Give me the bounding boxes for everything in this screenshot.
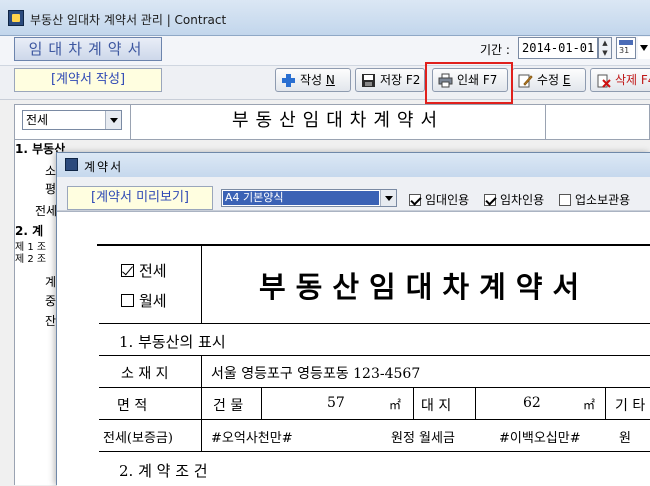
doc-building-label: 건 물 [213, 398, 244, 414]
checkbox-lessee[interactable]: 임차인용 [484, 191, 544, 208]
dialog-title-bar: 계약서 [57, 153, 650, 177]
checkbox-icon[interactable] [409, 194, 421, 206]
calendar-icon[interactable]: 31 [616, 37, 636, 59]
doc-other-label: 기 타 [615, 398, 646, 414]
doc-area-unit2: ㎡ [583, 398, 596, 412]
doc-deposit-note: 원정 월세금 [391, 431, 455, 446]
doc-title-row: 전세 월세 부동산임대차계약서 [99, 246, 650, 324]
doc-section2-row: 2. 계 약 조 건 [99, 452, 650, 484]
doc-deposit-value: #오억사천만# [211, 431, 293, 446]
contract-document: 전세 월세 부동산임대차계약서 1. 부동산의 표시 소 재 지 서울 영등포구… [97, 244, 650, 480]
form-template-select[interactable]: A4 기본양식 [221, 189, 397, 207]
doc-monthly-value: #이백오십만# [499, 431, 581, 446]
checkbox-icon[interactable] [484, 194, 496, 206]
edit-button[interactable]: 수정 E [512, 68, 586, 92]
doc-area-label: 면 적 [117, 398, 148, 414]
app-icon [8, 10, 24, 26]
delete-icon [597, 74, 611, 88]
plus-icon [282, 74, 295, 87]
doc-land-label: 대 지 [421, 398, 452, 414]
print-highlight [425, 62, 513, 104]
option-wolse: 월세 [121, 290, 167, 311]
title-bar: 부동산 임대차 계약서 관리 | Contract [0, 0, 650, 36]
edit-icon [518, 74, 533, 88]
doc-section2: 2. 계 약 조 건 [119, 462, 208, 480]
doc-section1: 1. 부동산의 표시 [119, 333, 226, 351]
date-input[interactable]: 2014-01-01 [518, 37, 598, 59]
floppy-icon [362, 74, 375, 87]
checkbox-lessor[interactable]: 임대인용 [409, 191, 469, 208]
doc-land-value: 62 [523, 395, 541, 411]
doc-location-value: 서울 영등포구 영등포동 123-4567 [211, 366, 421, 382]
spin-down-icon[interactable]: ▼ [599, 48, 611, 58]
doc-area-unit: ㎡ [389, 398, 402, 412]
form-title: 부동산임대차계약서 [130, 104, 546, 140]
page-heading: 임대차계약서 [14, 37, 162, 61]
doc-title: 부동산임대차계약서 [259, 270, 590, 304]
doc-deposit-label: 전세(보증금) [103, 431, 173, 446]
date-spinner[interactable]: ▲ ▼ [598, 37, 612, 59]
doc-location-label: 소 재 지 [121, 366, 169, 382]
delete-button[interactable]: 삭제 F4 [590, 68, 650, 92]
app-icon [65, 158, 78, 171]
spin-up-icon[interactable]: ▲ [599, 38, 611, 48]
chevron-down-icon[interactable] [380, 190, 396, 206]
chevron-down-icon[interactable] [105, 111, 121, 129]
doc-monthly-tail: 원 [619, 431, 631, 446]
period-label: 기간 : [480, 43, 510, 57]
doc-deposit-row: 전세(보증금) #오억사천만# 원정 월세금 #이백오십만# 원 [99, 420, 650, 452]
doc-section1-row: 1. 부동산의 표시 [99, 324, 650, 356]
doc-building-value: 57 [327, 395, 345, 411]
doc-area-row: 면 적 건 물 57 ㎡ 대 지 62 ㎡ 기 타 [99, 388, 650, 420]
checkbox-office[interactable]: 업소보관용 [559, 191, 630, 208]
window-title: 부동산 임대차 계약서 관리 | Contract [30, 13, 227, 27]
checkbox-icon [121, 264, 134, 277]
contract-write-label: [계약서 작성] [14, 68, 162, 92]
option-jeonse: 전세 [121, 260, 167, 281]
save-button[interactable]: 저장 F2 [355, 68, 425, 92]
contract-dialog: 계약서 [계약서 미리보기] A4 기본양식 임대인용 임차인용 업소보관용 전… [56, 152, 650, 486]
doc-location-row: 소 재 지 서울 영등포구 영등포동 123-4567 [99, 356, 650, 388]
chevron-down-icon[interactable] [638, 37, 650, 59]
checkbox-icon[interactable] [559, 194, 571, 206]
dialog-title: 계약서 [84, 160, 124, 174]
checkbox-icon [121, 294, 134, 307]
preview-area[interactable]: 전세 월세 부동산임대차계약서 1. 부동산의 표시 소 재 지 서울 영등포구… [57, 211, 650, 486]
preview-label: [계약서 미리보기] [67, 186, 213, 210]
type-select[interactable]: 전세 [22, 110, 122, 130]
new-button[interactable]: 작성 N [275, 68, 351, 92]
